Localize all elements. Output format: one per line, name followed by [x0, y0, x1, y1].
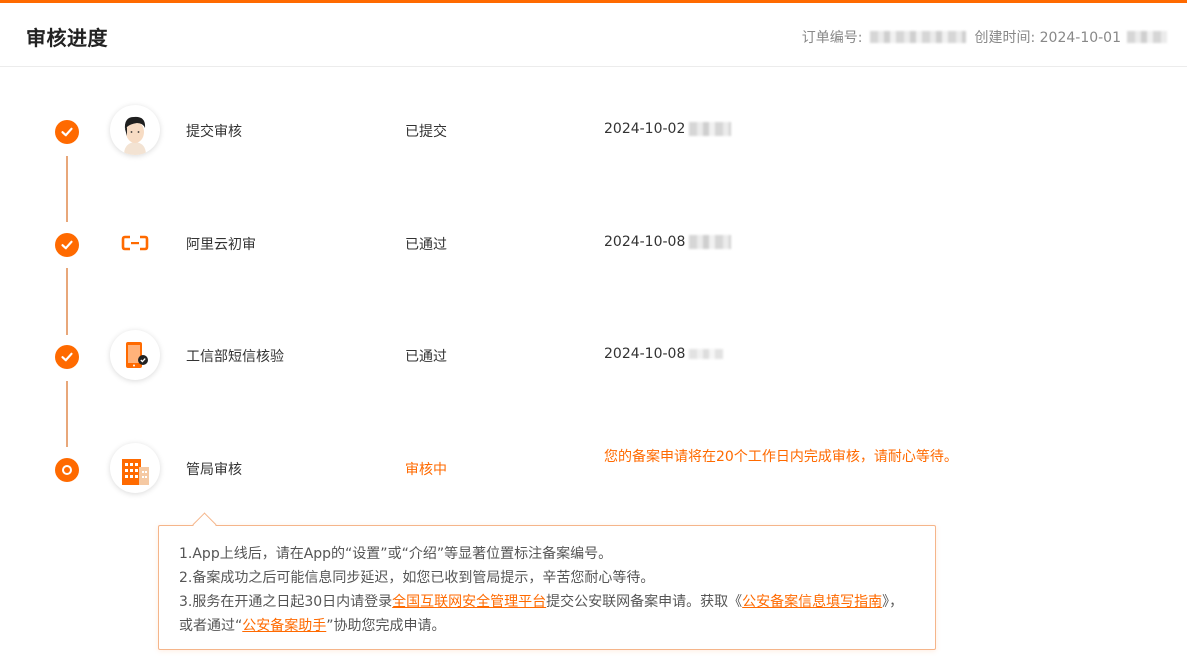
step-label: 工信部短信核验 [186, 349, 284, 365]
step-label: 阿里云初审 [186, 237, 256, 253]
created-time-label: 创建时间: 2024-10-01 [974, 30, 1121, 46]
order-meta: 订单编号: 创建时间: 2024-10-01 [802, 27, 1167, 47]
page-title: 审核进度 [26, 26, 108, 50]
order-number-label: 订单编号: [801, 30, 863, 46]
tip-line: 1.App上线后，请在App的“设置”或“介绍”等显著位置标注备案编号。 [179, 546, 613, 562]
order-number-redacted [870, 31, 967, 43]
step-status: 已提交 [405, 124, 447, 140]
step-in-progress-icon [55, 458, 79, 482]
step-status: 审核中 [405, 462, 447, 478]
phone-verify-icon [110, 330, 160, 380]
review-note: 您的备案申请将在20个工作日内完成审核，请耐心等待。 [604, 449, 958, 465]
tips-box: 1.App上线后，请在App的“设置”或“介绍”等显著位置标注备案编号。 2.备… [158, 525, 936, 650]
step-complete-check-icon [55, 233, 79, 257]
step-complete-check-icon [55, 345, 79, 369]
step-complete-check-icon [55, 120, 79, 144]
step-status: 已通过 [405, 237, 447, 253]
step-time: 2024-10-08 [604, 234, 732, 250]
time-redacted [689, 122, 732, 136]
timeline-connector [66, 156, 68, 222]
page-header: 审核进度 订单编号: 创建时间: 2024-10-01 [0, 3, 1187, 67]
step-time: 2024-10-02 [604, 121, 732, 137]
tip-line: 3.服务在开通之日起30日内请登录全国互联网安全管理平台提交公安联网备案申请。获… [179, 594, 904, 634]
timeline-connector [66, 381, 68, 447]
step-time: 2024-10-08 [604, 346, 724, 362]
filing-guide-link[interactable]: 公安备案信息填写指南 [742, 594, 882, 610]
security-platform-link[interactable]: 全国互联网安全管理平台 [392, 594, 546, 610]
step-label: 管局审核 [186, 462, 242, 478]
person-avatar-icon [110, 105, 160, 155]
aliyun-logo-icon [110, 218, 160, 268]
time-redacted [689, 235, 732, 249]
created-time-redacted [1127, 31, 1167, 43]
step-status: 已通过 [405, 349, 447, 365]
timeline-connector [66, 268, 68, 335]
tip-line: 2.备案成功之后可能信息同步延迟，如您已收到管局提示，辛苦您耐心等待。 [179, 570, 655, 586]
step-label: 提交审核 [186, 124, 242, 140]
time-redacted [689, 349, 724, 359]
filing-assistant-link[interactable]: 公安备案助手 [242, 618, 326, 634]
building-icon [110, 443, 160, 493]
